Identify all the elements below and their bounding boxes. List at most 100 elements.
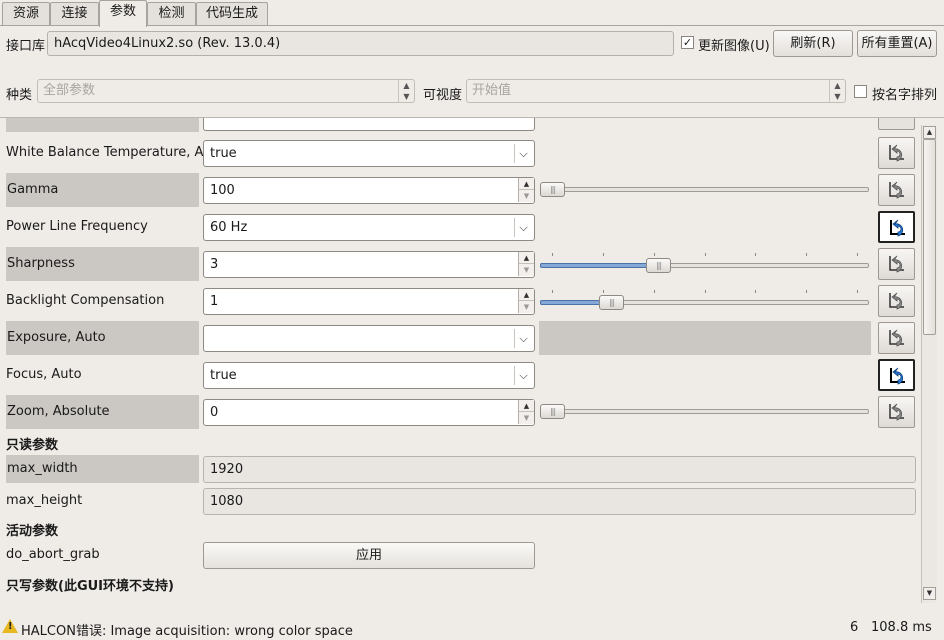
slider-handle[interactable]: ||| <box>540 404 565 419</box>
param-slider[interactable]: ||| <box>540 180 869 200</box>
reset-param-button[interactable] <box>878 285 915 317</box>
sort-by-name-label[interactable]: 按名字排列 <box>872 84 937 103</box>
spin-up-icon[interactable]: ▲ <box>518 289 534 301</box>
reset-param-button[interactable] <box>878 137 915 169</box>
category-value: 全部参数 <box>43 83 96 98</box>
undo-icon <box>890 219 905 237</box>
tab-connection[interactable]: 连接 <box>50 2 99 26</box>
slider-tick <box>603 253 604 256</box>
chevron-down-icon: ⌵ <box>514 366 532 385</box>
action-section-title: 活动参数 <box>6 524 59 539</box>
combo-value: 60 Hz <box>210 220 248 235</box>
tab-resources[interactable]: 资源 <box>2 2 50 26</box>
slider-handle[interactable]: ||| <box>540 182 565 197</box>
scroll-up-icon[interactable]: ▲ <box>923 126 936 139</box>
param-label: Gamma <box>6 173 199 207</box>
param-label: Backlight Compensation <box>6 293 165 308</box>
warning-icon: ! <box>2 619 18 633</box>
reset-param-button[interactable] <box>878 396 915 428</box>
undo-icon <box>890 367 905 385</box>
spin-up-icon[interactable]: ▲ <box>518 252 534 264</box>
param-label: Power Line Frequency <box>6 219 148 234</box>
param-combo[interactable]: 60 Hz ⌵ <box>203 214 535 241</box>
reset-param-button[interactable] <box>878 322 915 354</box>
visibility-select[interactable]: 开始值 ▲ ▼ <box>466 79 846 103</box>
vertical-scrollbar[interactable]: ▲ ▼ <box>921 125 937 603</box>
undo-icon <box>889 292 904 310</box>
status-time: 108.8 ms <box>871 620 932 635</box>
undo-icon <box>889 255 904 273</box>
tab-code-generation[interactable]: 代码生成 <box>196 2 268 26</box>
param-spinbox[interactable]: 3 ▲ ▼ <box>203 251 535 278</box>
partial-row-reset-button[interactable] <box>878 118 915 130</box>
slider-tick <box>857 290 858 293</box>
sort-by-name-checkbox[interactable] <box>854 85 867 98</box>
spin-down-icon[interactable]: ▼ <box>518 190 534 202</box>
slider-groove <box>540 409 869 414</box>
undo-icon <box>889 403 904 421</box>
interface-field: hAcqVideo4Linux2.so (Rev. 13.0.4) <box>47 31 674 56</box>
param-label: max_width <box>6 455 199 483</box>
slider-tick <box>857 253 858 256</box>
spin-down-icon[interactable]: ▼ <box>518 301 534 313</box>
param-spinbox[interactable]: 1 ▲ ▼ <box>203 288 535 315</box>
scroll-down-icon[interactable]: ▼ <box>923 587 936 600</box>
chevron-down-icon: ⌵ <box>514 329 532 348</box>
reset-param-button[interactable] <box>878 359 915 391</box>
param-label: Sharpness <box>6 247 199 281</box>
updown-arrow-icon: ▲ ▼ <box>829 80 845 102</box>
apply-button[interactable]: 应用 <box>203 542 535 569</box>
slider-tick <box>603 290 604 293</box>
category-select[interactable]: 全部参数 ▲ ▼ <box>37 79 415 103</box>
param-slider[interactable]: ||| <box>540 253 869 276</box>
slider-tick <box>552 290 553 293</box>
partial-row-field <box>203 118 535 131</box>
reset-all-button[interactable]: 所有重置(A) <box>857 30 937 57</box>
readonly-value: 1920 <box>203 456 916 483</box>
param-combo[interactable]: ⌵ <box>203 325 535 352</box>
slider-handle[interactable]: ||| <box>646 258 671 273</box>
spin-down-icon[interactable]: ▼ <box>518 264 534 276</box>
undo-icon <box>889 181 904 199</box>
tab-parameters[interactable]: 参数 <box>99 0 147 27</box>
spin-value: 0 <box>210 405 219 420</box>
spin-value: 3 <box>210 257 219 272</box>
chevron-down-icon: ⌵ <box>514 218 532 237</box>
param-label: do_abort_grab <box>6 547 100 562</box>
slider-tick <box>654 253 655 256</box>
refresh-button[interactable]: 刷新(R) <box>773 30 853 57</box>
spin-down-icon[interactable]: ▼ <box>518 412 534 424</box>
tab-inspection[interactable]: 检测 <box>147 2 196 26</box>
spin-value: 100 <box>210 183 235 198</box>
param-slider[interactable]: ||| <box>540 290 869 313</box>
param-combo[interactable]: true ⌵ <box>203 362 535 389</box>
partial-row-label <box>6 118 199 132</box>
status-message: HALCON错误: Image acquisition: wrong color… <box>21 624 353 639</box>
slider-tick <box>654 290 655 293</box>
writeonly-section-title: 只写参数(此GUI环境不支持) <box>6 579 174 594</box>
param-spinbox[interactable]: 0 ▲ ▼ <box>203 399 535 426</box>
update-image-checkbox[interactable]: ✓ <box>681 36 694 49</box>
readonly-value: 1080 <box>203 488 916 515</box>
disabled-slider-area <box>539 321 871 355</box>
slider-handle[interactable]: ||| <box>599 295 624 310</box>
spin-up-icon[interactable]: ▲ <box>518 400 534 412</box>
slider-groove <box>540 187 869 192</box>
status-count: 6 <box>850 620 859 635</box>
param-label: Zoom, Absolute <box>6 395 199 429</box>
spin-value: 1 <box>210 294 219 309</box>
slider-tick <box>552 253 553 256</box>
reset-param-button[interactable] <box>878 248 915 280</box>
reset-param-button[interactable] <box>878 211 915 243</box>
param-combo[interactable]: true ⌵ <box>203 140 535 167</box>
reset-param-button[interactable] <box>878 174 915 206</box>
spin-up-icon[interactable]: ▲ <box>518 178 534 190</box>
slider-tick <box>755 290 756 293</box>
update-image-label[interactable]: 更新图像(U) <box>698 35 770 54</box>
updown-arrow-icon: ▲ ▼ <box>398 80 414 102</box>
param-slider[interactable]: ||| <box>540 402 869 422</box>
undo-icon <box>889 144 904 162</box>
param-spinbox[interactable]: 100 ▲ ▼ <box>203 177 535 204</box>
slider-tick <box>705 290 706 293</box>
scroll-thumb[interactable] <box>923 139 936 335</box>
